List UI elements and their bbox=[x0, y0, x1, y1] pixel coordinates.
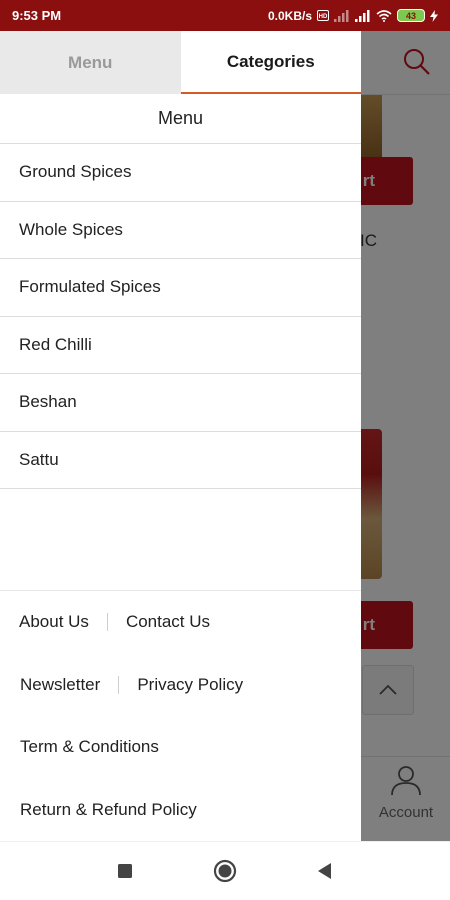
category-ground-spices[interactable]: Ground Spices bbox=[0, 144, 361, 202]
battery-icon: 43 bbox=[397, 9, 425, 22]
wifi-icon bbox=[376, 9, 392, 22]
footer-row-2: Newsletter Privacy Policy bbox=[0, 654, 361, 717]
status-time: 9:53 PM bbox=[12, 8, 62, 23]
footer-row-4: Return & Refund Policy bbox=[0, 779, 361, 842]
link-separator bbox=[118, 675, 120, 694]
status-bar: 9:53 PM 0.0KB/s HD 43 bbox=[0, 0, 450, 31]
network-speed: 0.0KB/s bbox=[267, 8, 312, 23]
category-formulated-spices[interactable]: Formulated Spices bbox=[0, 259, 361, 317]
square-icon bbox=[118, 864, 132, 878]
charging-icon bbox=[430, 9, 438, 22]
category-red-chilli[interactable]: Red Chilli bbox=[0, 317, 361, 374]
back-button[interactable] bbox=[275, 842, 375, 900]
about-us-link[interactable]: About Us bbox=[19, 612, 89, 632]
drawer-tabs: Menu Categories bbox=[0, 31, 361, 94]
circle-icon bbox=[213, 859, 237, 883]
link-separator bbox=[106, 613, 108, 632]
signal-icon-2 bbox=[355, 9, 371, 22]
contact-us-link[interactable]: Contact Us bbox=[126, 612, 210, 632]
status-icons: 0.0KB/s HD 43 bbox=[268, 9, 438, 23]
category-sattu[interactable]: Sattu bbox=[0, 432, 361, 489]
menu-heading: Menu bbox=[0, 94, 361, 144]
recents-button[interactable] bbox=[75, 842, 175, 900]
hd-icon: HD bbox=[317, 10, 329, 21]
system-navigation-bar bbox=[0, 841, 450, 900]
app-screen: 9:53 PM 0.0KB/s HD 43 Menu Categories Me… bbox=[0, 0, 450, 900]
home-button[interactable] bbox=[175, 842, 275, 900]
tab-categories[interactable]: Categories bbox=[180, 31, 361, 94]
triangle-back-icon bbox=[318, 863, 331, 879]
footer-row-3: Term & Conditions bbox=[0, 716, 361, 779]
return-refund-link[interactable]: Return & Refund Policy bbox=[20, 800, 197, 820]
newsletter-link[interactable]: Newsletter bbox=[20, 675, 100, 695]
privacy-policy-link[interactable]: Privacy Policy bbox=[137, 675, 243, 695]
terms-conditions-link[interactable]: Term & Conditions bbox=[20, 737, 159, 757]
tab-menu[interactable]: Menu bbox=[0, 31, 181, 94]
signal-icon-1 bbox=[334, 9, 350, 22]
svg-text:HD: HD bbox=[319, 14, 328, 20]
drawer-divider bbox=[0, 489, 361, 591]
footer-row-1: About Us Contact Us bbox=[0, 591, 361, 654]
category-whole-spices[interactable]: Whole Spices bbox=[0, 202, 361, 259]
navigation-drawer: Menu Categories Menu Ground Spices Whole… bbox=[0, 31, 361, 841]
category-beshan[interactable]: Beshan bbox=[0, 374, 361, 432]
